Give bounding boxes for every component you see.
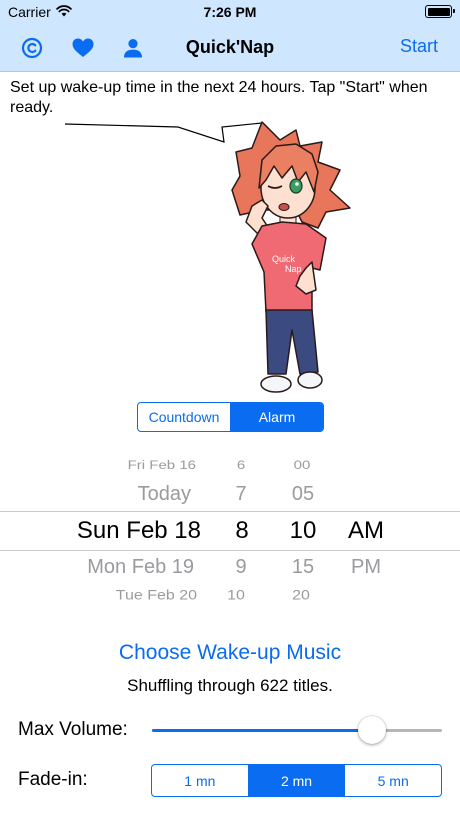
- volume-slider-fill: [152, 729, 373, 732]
- wake-time-picker[interactable]: Fri Feb 16 Today Sun Feb 18 Mon Feb 19 T…: [0, 440, 460, 615]
- alarm-segment[interactable]: Alarm: [230, 403, 323, 431]
- picker-minute-selected[interactable]: 10: [290, 517, 317, 545]
- picker-selection-top-line: [0, 511, 460, 512]
- volume-slider-thumb[interactable]: [358, 716, 387, 744]
- svg-text:Nap: Nap: [285, 264, 302, 274]
- picker-hour-selected[interactable]: 8: [235, 517, 248, 545]
- mode-segmented-control: Countdown Alarm: [137, 402, 324, 432]
- picker-minute-option[interactable]: 05: [292, 483, 314, 506]
- picker-day-option[interactable]: Today: [138, 483, 191, 506]
- character-illustration: Quick Nap: [231, 121, 351, 393]
- picker-day-option[interactable]: Fri Feb 16: [128, 459, 196, 473]
- picker-minute-option[interactable]: 15: [292, 556, 314, 579]
- countdown-segment[interactable]: Countdown: [138, 403, 230, 431]
- fade-5mn-segment[interactable]: 5 mn: [344, 765, 441, 796]
- shuffle-status: Shuffling through 622 titles.: [127, 676, 333, 695]
- picker-day-option[interactable]: Tue Feb 20: [116, 588, 197, 603]
- picker-day-selected[interactable]: Sun Feb 18: [77, 517, 201, 545]
- picker-selection-bottom-line: [0, 550, 460, 551]
- picker-hour-option[interactable]: 10: [227, 588, 245, 603]
- picker-ampm-option[interactable]: PM: [351, 556, 381, 579]
- picker-minute-option[interactable]: 20: [292, 588, 310, 603]
- fade-in-label: Fade-in:: [18, 769, 88, 790]
- volume-slider[interactable]: [152, 716, 442, 744]
- fade-in-segmented-control: 1 mn 2 mn 5 mn: [151, 764, 442, 797]
- svg-text:Quick: Quick: [272, 254, 296, 264]
- picker-hour-option[interactable]: 6: [237, 459, 245, 473]
- picker-ampm-selected[interactable]: AM: [348, 517, 384, 545]
- picker-day-option[interactable]: Mon Feb 19: [87, 556, 194, 579]
- max-volume-label: Max Volume:: [18, 719, 128, 740]
- picker-hour-option[interactable]: 9: [235, 556, 246, 579]
- fade-2mn-segment[interactable]: 2 mn: [247, 765, 345, 796]
- picker-hour-option[interactable]: 7: [235, 483, 246, 506]
- picker-minute-option[interactable]: 00: [294, 459, 311, 473]
- fade-1mn-segment[interactable]: 1 mn: [152, 765, 248, 796]
- choose-music-link[interactable]: Choose Wake-up Music: [0, 641, 460, 665]
